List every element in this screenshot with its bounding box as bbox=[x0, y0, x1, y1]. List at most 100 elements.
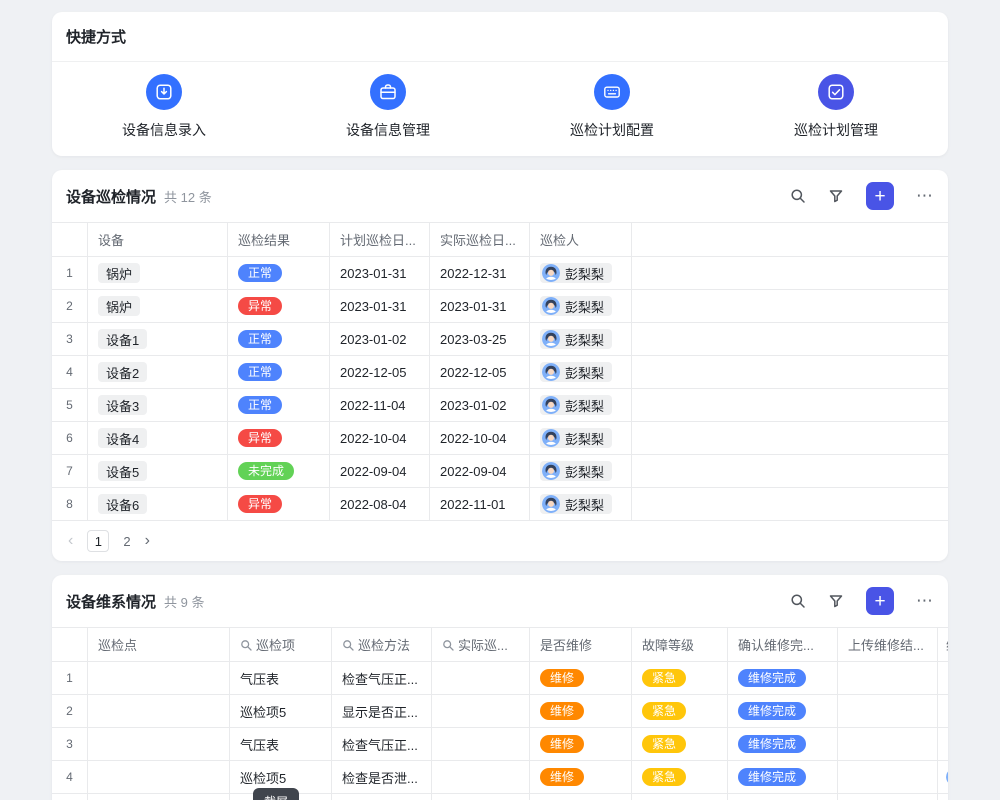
planned-date-cell[interactable]: 2022-08-04 bbox=[330, 488, 430, 520]
search-icon[interactable] bbox=[790, 593, 806, 609]
method-cell[interactable]: 显示是否正... bbox=[332, 794, 432, 800]
column-header[interactable]: 巡检点 bbox=[88, 628, 230, 661]
shortcut-plan-config[interactable]: 巡检计划配置 bbox=[500, 74, 724, 140]
column-header[interactable]: 是否维修 bbox=[530, 628, 632, 661]
inspector-cell[interactable]: 彭梨梨 bbox=[530, 290, 632, 322]
column-header[interactable]: 实际巡检日... bbox=[430, 223, 530, 256]
prev-page-icon[interactable]: ‹ bbox=[68, 533, 73, 549]
item-cell[interactable]: 气压表 bbox=[230, 662, 332, 694]
result-cell[interactable]: 正常 bbox=[228, 257, 330, 289]
column-header[interactable]: 巡检方法 bbox=[332, 628, 432, 661]
method-cell[interactable]: 检查气压正... bbox=[332, 728, 432, 760]
device-cell[interactable]: 设备4 bbox=[88, 422, 228, 454]
device-cell[interactable]: 设备6 bbox=[88, 488, 228, 520]
planned-date-cell[interactable]: 2023-01-02 bbox=[330, 323, 430, 355]
inspector-cell[interactable]: 彭梨梨 bbox=[530, 488, 632, 520]
confirm-cell[interactable]: 维修完成 bbox=[728, 695, 838, 727]
fault-level-cell[interactable]: 一般 bbox=[632, 794, 728, 800]
confirm-cell[interactable]: 维修完成 bbox=[728, 662, 838, 694]
actual-date-cell[interactable]: 2023-01-02 bbox=[430, 389, 530, 421]
fault-level-cell[interactable]: 紧急 bbox=[632, 728, 728, 760]
column-header[interactable]: 上传维修结... bbox=[838, 628, 938, 661]
upload-cell[interactable] bbox=[838, 662, 938, 694]
upload-cell[interactable] bbox=[838, 728, 938, 760]
actual-date-cell[interactable]: 2022-09-04 bbox=[430, 455, 530, 487]
point-cell[interactable] bbox=[88, 728, 230, 760]
actual-date-cell[interactable]: 2022-12-31 bbox=[430, 257, 530, 289]
actual-inspection-cell[interactable] bbox=[432, 761, 530, 793]
result-cell[interactable]: 正常 bbox=[228, 356, 330, 388]
item-cell[interactable]: 气压表 bbox=[230, 728, 332, 760]
actual-date-cell[interactable]: 2023-03-25 bbox=[430, 323, 530, 355]
device-cell[interactable]: 设备2 bbox=[88, 356, 228, 388]
inspector-cell[interactable]: 彭梨梨 bbox=[530, 356, 632, 388]
item-cell[interactable]: 巡检项5 bbox=[230, 695, 332, 727]
shortcut-plan-manage[interactable]: 巡检计划管理 bbox=[724, 74, 948, 140]
method-cell[interactable]: 显示是否正... bbox=[332, 695, 432, 727]
add-record-button[interactable]: + bbox=[866, 587, 894, 615]
inspector-cell[interactable]: 彭梨梨 bbox=[530, 323, 632, 355]
planned-date-cell[interactable]: 2023-01-31 bbox=[330, 290, 430, 322]
result-cell[interactable]: 未完成 bbox=[228, 455, 330, 487]
actual-date-cell[interactable]: 2022-10-04 bbox=[430, 422, 530, 454]
inspector-cell[interactable]: 彭梨梨 bbox=[530, 389, 632, 421]
result-cell[interactable]: 正常 bbox=[228, 323, 330, 355]
more-menu-button[interactable]: ⋯ bbox=[916, 591, 934, 611]
device-cell[interactable]: 锅炉 bbox=[88, 257, 228, 289]
repair-cell[interactable]: 维修 bbox=[530, 761, 632, 793]
fault-level-cell[interactable]: 紧急 bbox=[632, 662, 728, 694]
inspector-cell[interactable]: 彭梨梨 bbox=[530, 257, 632, 289]
point-cell[interactable] bbox=[88, 662, 230, 694]
column-header[interactable]: 维... bbox=[938, 628, 948, 661]
device-cell[interactable]: 设备5 bbox=[88, 455, 228, 487]
result-cell[interactable]: 异常 bbox=[228, 488, 330, 520]
fault-level-cell[interactable]: 紧急 bbox=[632, 695, 728, 727]
page-1-button[interactable]: 1 bbox=[87, 530, 109, 552]
planned-date-cell[interactable]: 2022-09-04 bbox=[330, 455, 430, 487]
actual-date-cell[interactable]: 2023-01-31 bbox=[430, 290, 530, 322]
inspector-cell[interactable]: 彭梨梨 bbox=[530, 422, 632, 454]
shortcut-device-manage[interactable]: 设备信息管理 bbox=[276, 74, 500, 140]
device-cell[interactable]: 锅炉 bbox=[88, 290, 228, 322]
point-cell[interactable] bbox=[88, 695, 230, 727]
add-record-button[interactable]: + bbox=[866, 182, 894, 210]
repair-cell[interactable]: 维修 bbox=[530, 728, 632, 760]
actual-date-cell[interactable]: 2022-12-05 bbox=[430, 356, 530, 388]
upload-cell[interactable] bbox=[838, 695, 938, 727]
column-header[interactable]: 设备 bbox=[88, 223, 228, 256]
next-page-icon[interactable]: › bbox=[145, 533, 150, 549]
column-header[interactable]: 巡检结果 bbox=[228, 223, 330, 256]
column-header[interactable]: 故障等级 bbox=[632, 628, 728, 661]
fault-level-cell[interactable]: 紧急 bbox=[632, 761, 728, 793]
device-cell[interactable]: 设备1 bbox=[88, 323, 228, 355]
repair-cell[interactable]: 维修 bbox=[530, 695, 632, 727]
result-cell[interactable]: 异常 bbox=[228, 290, 330, 322]
shortcut-device-entry[interactable]: 设备信息录入 bbox=[52, 74, 276, 140]
planned-date-cell[interactable]: 2023-01-31 bbox=[330, 257, 430, 289]
column-header[interactable]: 确认维修完... bbox=[728, 628, 838, 661]
filter-icon[interactable] bbox=[828, 593, 844, 609]
repair-cell[interactable]: 维修 bbox=[530, 662, 632, 694]
filter-icon[interactable] bbox=[828, 188, 844, 204]
column-header[interactable]: 巡检人 bbox=[530, 223, 632, 256]
confirm-cell[interactable]: 维修完成 bbox=[728, 728, 838, 760]
actual-date-cell[interactable]: 2022-11-01 bbox=[430, 488, 530, 520]
point-cell[interactable] bbox=[88, 761, 230, 793]
confirm-cell[interactable]: 维修完成 bbox=[728, 761, 838, 793]
point-cell[interactable] bbox=[88, 794, 230, 800]
repair-cell[interactable]: 维修 bbox=[530, 794, 632, 800]
upload-cell[interactable] bbox=[838, 761, 938, 793]
more-menu-button[interactable]: ⋯ bbox=[916, 186, 934, 206]
search-icon[interactable] bbox=[790, 188, 806, 204]
confirm-cell[interactable]: 维修完成 bbox=[728, 794, 838, 800]
result-cell[interactable]: 异常 bbox=[228, 422, 330, 454]
planned-date-cell[interactable]: 2022-12-05 bbox=[330, 356, 430, 388]
column-header[interactable]: 计划巡检日... bbox=[330, 223, 430, 256]
planned-date-cell[interactable]: 2022-11-04 bbox=[330, 389, 430, 421]
column-header[interactable]: 实际巡... bbox=[432, 628, 530, 661]
actual-inspection-cell[interactable] bbox=[432, 728, 530, 760]
page-2-button[interactable]: 2 bbox=[123, 534, 130, 549]
method-cell[interactable]: 检查气压正... bbox=[332, 662, 432, 694]
inspector-cell[interactable]: 彭梨梨 bbox=[530, 455, 632, 487]
planned-date-cell[interactable]: 2022-10-04 bbox=[330, 422, 430, 454]
